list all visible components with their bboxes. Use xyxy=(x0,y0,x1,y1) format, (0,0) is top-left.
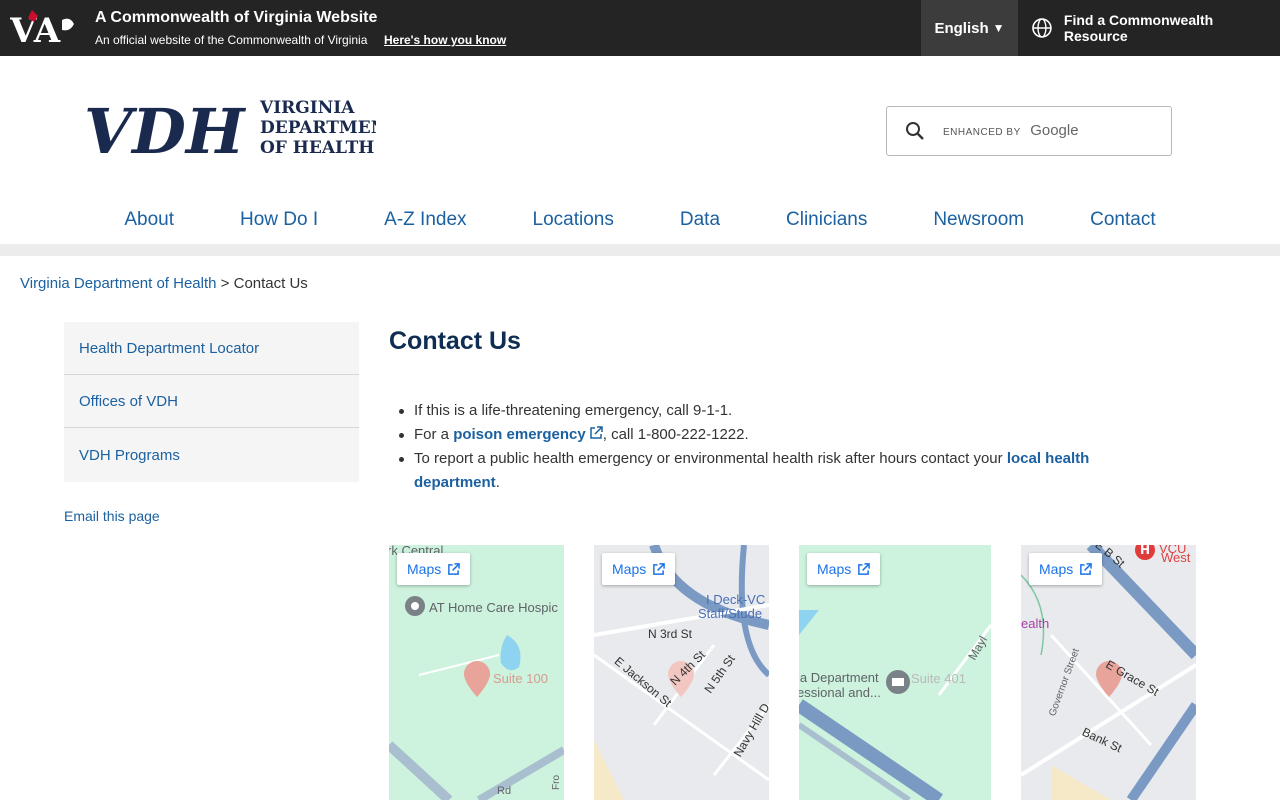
poison-emergency-label: poison emergency xyxy=(453,426,586,443)
bullet-poison-pre: For a xyxy=(414,426,454,443)
page-title: Contact Us xyxy=(389,327,521,355)
find-resource-label: Find a Commonwealth Resource xyxy=(1063,12,1214,44)
logo-line-1: VIRGINIA xyxy=(259,98,355,118)
maps-button-label: Maps xyxy=(817,561,852,577)
enhanced-by-label: ENHANCED BY xyxy=(943,127,1021,138)
breadcrumb-home[interactable]: Virginia Department of Health xyxy=(20,275,217,292)
how-you-know-link[interactable]: Here's how you know xyxy=(384,33,506,47)
map-2-label-2: Staff/Stude xyxy=(698,606,763,621)
nav-newsroom[interactable]: Newsroom xyxy=(933,200,1024,242)
commonwealth-title: A Commonwealth of Virginia Website xyxy=(95,9,378,26)
map-3-label-1: ia Department xyxy=(799,670,879,685)
language-label: English xyxy=(934,19,989,37)
nav-locations[interactable]: Locations xyxy=(533,200,614,242)
language-selector[interactable]: English ▼ xyxy=(921,0,1018,56)
sidebar-item-health-department-locator[interactable]: Health Department Locator xyxy=(64,322,359,375)
map-marker-icon xyxy=(464,661,490,697)
list-item: If this is a life-threatening emergency,… xyxy=(399,399,1154,423)
chevron-down-icon: ▼ xyxy=(992,21,1005,35)
breadcrumb-separator: > xyxy=(216,275,234,292)
map-3-label-2: essional and... xyxy=(799,685,881,700)
emergency-list: If this is a life-threatening emergency,… xyxy=(399,399,1154,495)
map-2-label-1: I Deck-VC xyxy=(706,592,766,607)
external-link-icon xyxy=(1080,562,1093,575)
commonwealth-subtitle: An official website of the Commonwealth … xyxy=(95,33,368,47)
sidebar-item-offices-of-vdh[interactable]: Offices of VDH xyxy=(64,375,359,428)
nav-data[interactable]: Data xyxy=(680,200,720,242)
google-label: Google xyxy=(1030,122,1079,139)
breadcrumb: Virginia Department of Health > Contact … xyxy=(20,275,308,292)
search-input[interactable]: ENHANCED BY Google xyxy=(886,106,1172,156)
logo-line-2: DEPARTMENT xyxy=(260,118,376,138)
list-item: For a poison emergency , call 1-800-222-1… xyxy=(399,423,1154,447)
nav-clinicians[interactable]: Clinicians xyxy=(786,200,867,242)
main-nav: About How Do I A-Z Index Locations Data … xyxy=(0,200,1280,242)
breadcrumb-current: Contact Us xyxy=(233,275,308,292)
sidebar-nav: Health Department Locator Offices of VDH… xyxy=(64,322,359,482)
open-in-maps-button[interactable]: Maps xyxy=(397,553,471,585)
find-resource-button[interactable]: Find a Commonwealth Resource xyxy=(1018,0,1280,56)
bullet-poison-post: , call 1-800-222-1222. xyxy=(602,426,749,443)
external-link-icon xyxy=(448,562,461,575)
search-icon[interactable] xyxy=(905,121,925,141)
commonwealth-bar: VA A Commonwealth of Virginia Website An… xyxy=(0,0,1280,56)
external-link-icon xyxy=(858,562,871,575)
external-link-icon xyxy=(653,562,666,575)
map-3-label-3: Suite 401 xyxy=(911,671,966,686)
list-item: To report a public health emergency or e… xyxy=(399,447,1154,495)
logo-mark: VDH xyxy=(84,95,247,157)
map-embed-1[interactable]: rk Central AT Home Care Hospic Suite 100… xyxy=(389,545,564,800)
hospital-icon: H xyxy=(1135,545,1155,560)
map-1-label-2: AT Home Care Hospic xyxy=(429,600,558,615)
maps-button-label: Maps xyxy=(1039,561,1074,577)
location-pin-icon xyxy=(405,596,425,616)
open-in-maps-button[interactable]: Maps xyxy=(807,553,881,585)
email-page-link[interactable]: Email this page xyxy=(64,508,160,524)
svg-text:H: H xyxy=(1140,545,1150,557)
sidebar-item-vdh-programs[interactable]: VDH Programs xyxy=(64,428,359,482)
map-embed-2[interactable]: I Deck-VC Staff/Stude N 3rd St N 4th St … xyxy=(594,545,769,800)
bullet-report-post: . xyxy=(495,474,500,491)
bullet-report-pre: To report a public health emergency or e… xyxy=(414,450,1007,467)
map-4-label-3: ealth xyxy=(1021,616,1050,631)
location-pin-icon xyxy=(886,670,910,694)
vdh-logo-icon[interactable]: VDH VIRGINIA DEPARTMENT OF HEALTH xyxy=(84,95,376,157)
open-in-maps-button[interactable]: Maps xyxy=(602,553,676,585)
map-embed-4[interactable]: H VCU West ealth Governor Street E Grace… xyxy=(1021,545,1196,800)
nav-a-z-index[interactable]: A-Z Index xyxy=(384,200,466,242)
nav-contact[interactable]: Contact xyxy=(1090,200,1155,242)
open-in-maps-button[interactable]: Maps xyxy=(1029,553,1103,585)
bullet-emergency-text: If this is a life-threatening emergency,… xyxy=(414,402,733,419)
poison-emergency-link[interactable]: poison emergency xyxy=(453,426,603,443)
map-2-label-3: N 3rd St xyxy=(648,627,693,641)
map-1-label-3: Suite 100 xyxy=(493,671,548,686)
maps-button-label: Maps xyxy=(612,561,647,577)
map-1-label-4: Rd xyxy=(497,785,512,797)
map-1-label-5: Fro xyxy=(551,775,562,790)
logo-line-3: OF HEALTH xyxy=(260,138,374,157)
map-embed-3[interactable]: ia Department essional and... Suite 401 … xyxy=(799,545,991,800)
maps-button-label: Maps xyxy=(407,561,442,577)
external-link-icon xyxy=(589,426,603,439)
nav-divider xyxy=(0,244,1280,256)
nav-how-do-i[interactable]: How Do I xyxy=(240,200,318,242)
nav-about[interactable]: About xyxy=(124,200,174,242)
virginia-logo-icon[interactable]: VA xyxy=(10,6,80,46)
map-4-label-2: West xyxy=(1161,550,1191,565)
globe-icon xyxy=(1032,18,1052,38)
